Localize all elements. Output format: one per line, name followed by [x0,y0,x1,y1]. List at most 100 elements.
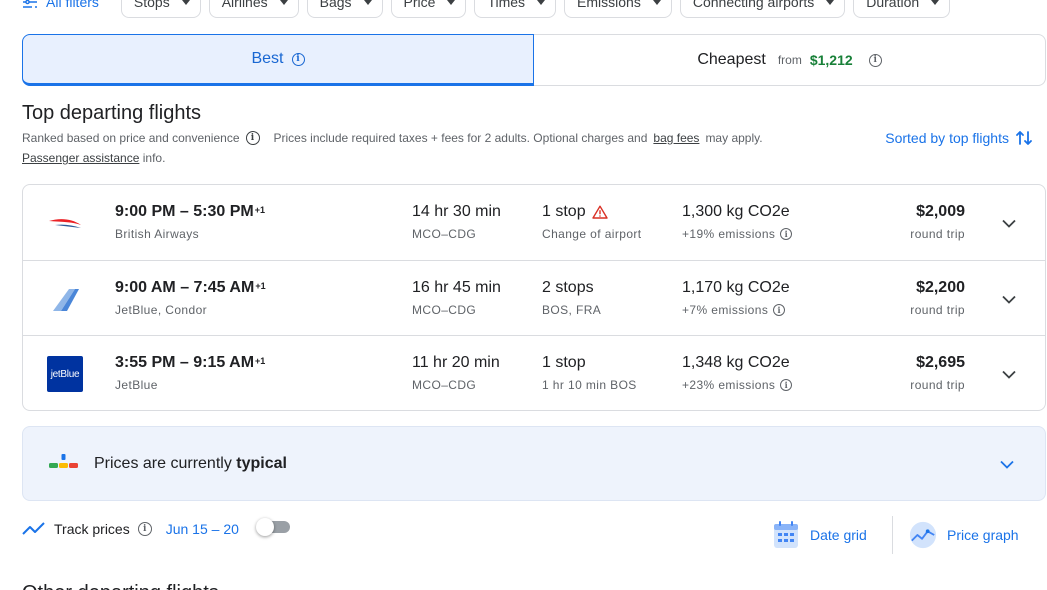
flight-route: MCO–CDG [412,378,477,392]
info-icon[interactable]: i [245,131,260,145]
time-range: 3:55 PM – 9:15 AM [115,354,255,371]
expand-button[interactable] [999,364,1019,384]
chip-label: Duration [866,0,920,10]
caret-down-icon [826,0,835,5]
caret-down-icon [537,0,546,5]
flight-times: 9:00 PM – 5:30 PM +1 [115,202,265,222]
jetblue-logo: jetBlue [47,356,83,392]
caret-down-icon [931,0,940,5]
divider [892,516,893,554]
filter-chip-airlines[interactable]: Airlines [208,0,299,18]
chip-label: Bags [319,0,352,10]
sort-tabs: Best i Cheapest from $1,212 i [22,34,1046,86]
flight-price: $2,009 [916,203,965,220]
emissions-delta-text: +7% emissions [682,303,769,317]
flight-duration: 11 hr 20 min [412,354,500,371]
all-filters-button[interactable]: All filters [22,0,113,18]
all-filters-label: All filters [46,0,99,10]
caret-down-icon [447,0,456,5]
tab-best[interactable]: Best i [22,34,534,86]
flight-times: 9:00 AM – 7:45 AM +1 [115,278,266,298]
filter-chip-price[interactable]: Price [390,0,467,18]
time-range: 9:00 PM – 5:30 PM [115,203,254,220]
day-offset: +1 [254,205,265,215]
sort-label: Sorted by top flights [885,130,1009,146]
flight-row[interactable]: jetBlue 3:55 PM – 9:15 AM +1 JetBlue 11 h… [23,335,1045,410]
chevron-down-icon [1002,219,1016,228]
section-title: Top departing flights [22,102,202,124]
emissions-delta-text: +23% emissions [682,378,776,392]
british-airways-logo [47,205,83,241]
info-icon[interactable]: i [868,53,882,67]
track-prices-label: Track prices [54,521,130,537]
flight-row[interactable]: 9:00 PM – 5:30 PM +1 British Airways 14 h… [23,185,1045,260]
price-graph-button[interactable]: Price graph [909,519,1019,551]
price-graph-label: Price graph [947,527,1019,543]
filter-chip-emissions[interactable]: Emissions [564,0,672,18]
day-offset: +1 [255,356,266,366]
emissions-delta: +7% emissions i [682,302,790,318]
info-icon[interactable]: i [780,379,793,391]
price-insights-panel[interactable]: Prices are currently typical [22,426,1046,501]
may-apply-text: may apply. [705,131,763,145]
info-icon[interactable]: i [780,228,793,240]
price-level-icon [49,454,78,468]
date-grid-button[interactable]: Date grid [772,519,867,551]
insight-prefix: Prices are currently [94,455,232,472]
price-insight-text: Prices are currently typical [94,455,287,473]
sort-arrows-icon [1016,131,1032,145]
filter-sliders-icon [23,0,37,8]
warning-icon [591,205,608,219]
airline-name: British Airways [115,227,200,241]
flight-duration: 14 hr 30 min [412,203,501,220]
chip-label: Stops [133,0,170,10]
filter-chip-duration[interactable]: Duration [853,0,951,18]
flight-times: 3:55 PM – 9:15 AM +1 [115,353,265,373]
filter-chip-connecting-airports[interactable]: Connecting airports [679,0,846,18]
prices-note: Prices include required taxes + fees for… [273,131,648,145]
tab-best-label: Best [251,50,284,67]
flight-row[interactable]: 9:00 AM – 7:45 AM +1 JetBlue, Condor 16 h… [23,260,1045,335]
airline-name: JetBlue, Condor [115,303,208,317]
trending-up-icon [22,522,45,535]
tab-cheapest-label: Cheapest [697,51,766,68]
tab-cheapest[interactable]: Cheapest from $1,212 i [534,34,1046,86]
info-icon[interactable]: i [137,522,152,536]
filter-chip-times[interactable]: Times [474,0,557,18]
stops-count: 1 stop [542,203,586,220]
tab-cheapest-price: $1,212 [809,52,853,68]
track-dates: Jun 15 – 20 [165,521,239,537]
date-grid-label: Date grid [810,527,867,543]
jetblue-condor-logo [47,281,83,317]
price-type: round trip [910,378,965,392]
track-prices-toggle[interactable] [256,518,290,536]
chevron-down-icon [1000,460,1014,469]
filter-bar: All filters Stops Airlines Bags Price Ti… [22,0,951,18]
filter-chip-stops[interactable]: Stops [120,0,201,18]
caret-down-icon [652,0,661,5]
stop-detail: 1 hr 10 min BOS [542,378,637,392]
ranked-text: Ranked based on price and convenience [22,131,240,145]
expand-button[interactable] [999,289,1019,309]
ranking-note: Ranked based on price and convenience i … [22,131,763,145]
flight-route: MCO–CDG [412,227,477,241]
filter-chip-bags[interactable]: Bags [306,0,383,18]
info-icon[interactable]: i [291,52,305,66]
flight-duration: 16 hr 45 min [412,279,501,296]
passenger-assistance-link[interactable]: Passenger assistance [22,151,139,165]
price-type: round trip [910,303,965,317]
other-flights-title: Other departing flights [22,582,219,590]
chip-label: Times [487,0,526,10]
expand-button[interactable] [999,213,1019,233]
flight-emissions: 1,300 kg CO2e [682,203,790,220]
stop-detail: Change of airport [542,227,642,241]
info-icon[interactable]: i [773,304,786,316]
insight-level: typical [236,455,287,472]
bag-fees-link[interactable]: bag fees [653,131,699,145]
expand-insights-button[interactable] [997,454,1017,474]
chip-label: Connecting airports [692,0,815,10]
chip-label: Emissions [577,0,641,10]
chip-label: Airlines [221,0,268,10]
caret-down-icon [181,0,190,5]
sort-button[interactable]: Sorted by top flights [885,128,1033,148]
